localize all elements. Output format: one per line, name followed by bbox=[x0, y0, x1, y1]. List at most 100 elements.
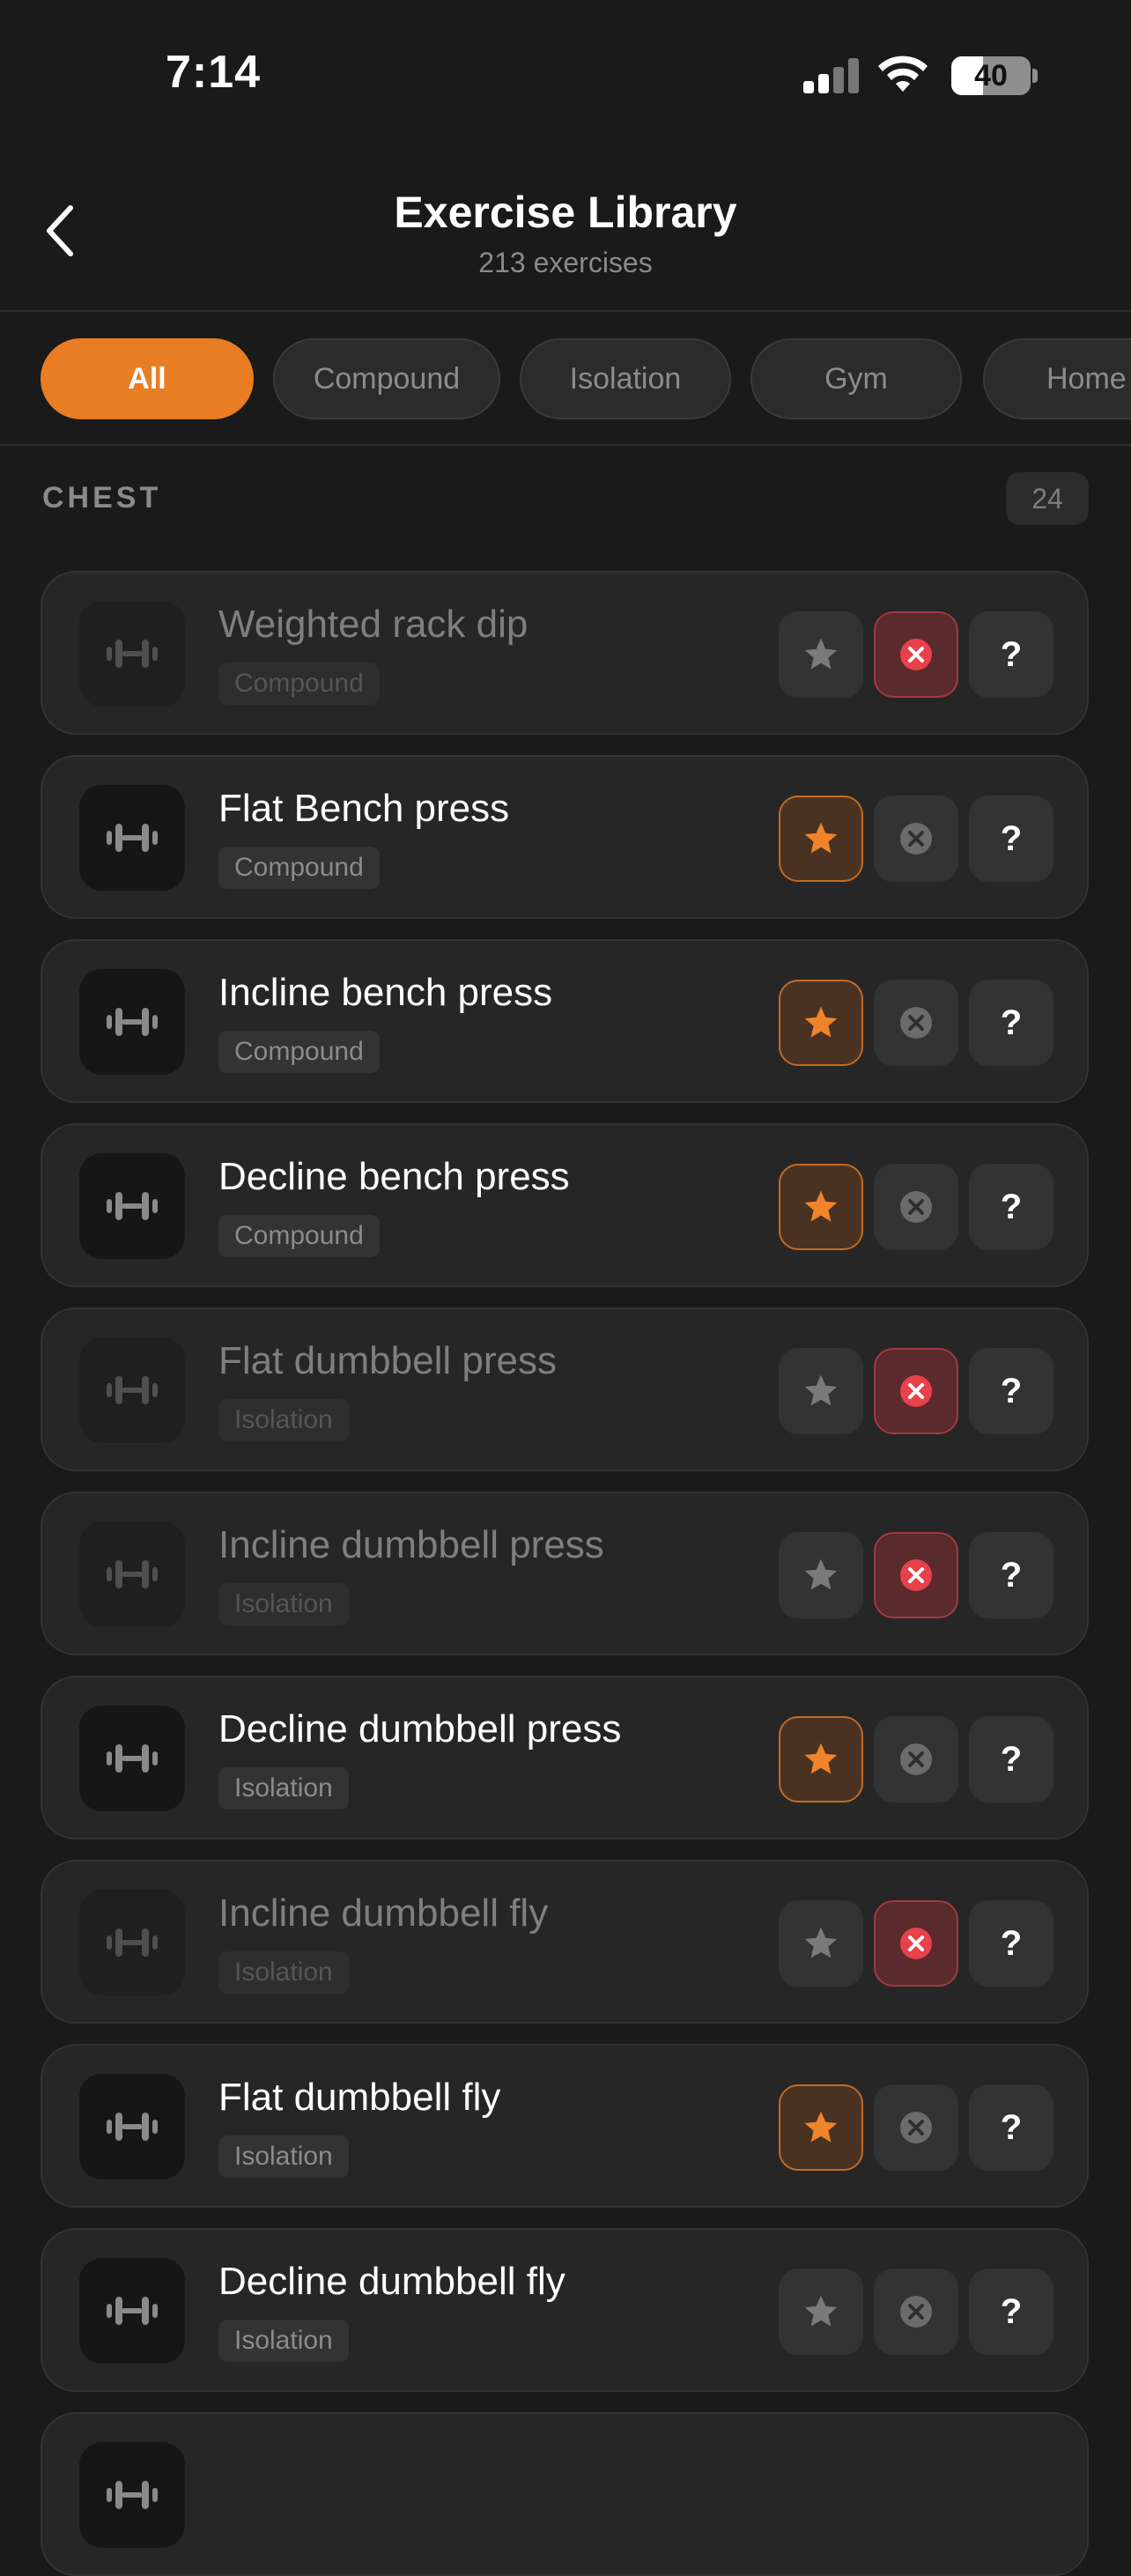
favorite-button[interactable] bbox=[779, 1716, 863, 1802]
star-icon bbox=[804, 638, 838, 670]
exercise-card[interactable]: Flat Bench press Compound ? bbox=[41, 755, 1089, 919]
exercise-name: Incline bench press bbox=[218, 971, 553, 1014]
exclude-button[interactable] bbox=[874, 1716, 958, 1802]
status-bar: 7:14 40 bbox=[0, 0, 1131, 150]
star-icon bbox=[804, 1006, 838, 1038]
close-circle-icon bbox=[900, 1375, 932, 1407]
help-button[interactable]: ? bbox=[969, 980, 1053, 1066]
star-icon bbox=[804, 1374, 838, 1406]
filter-bar: All Compound Isolation Gym Home bbox=[0, 312, 1131, 446]
help-button[interactable]: ? bbox=[969, 611, 1053, 698]
favorite-button[interactable] bbox=[779, 1900, 863, 1987]
nav-header: Exercise Library 213 exercises bbox=[0, 150, 1131, 312]
help-button[interactable]: ? bbox=[969, 1532, 1053, 1618]
section-header: CHEST 24 bbox=[42, 472, 1089, 525]
exercise-type-tag: Isolation bbox=[218, 1583, 349, 1625]
exercise-thumbnail bbox=[79, 601, 185, 707]
exclude-button[interactable] bbox=[874, 796, 958, 882]
star-icon bbox=[804, 2295, 838, 2327]
dumbbell-icon bbox=[107, 2297, 158, 2325]
exercise-type-tag: Isolation bbox=[218, 1951, 349, 1994]
exercise-thumbnail bbox=[79, 2258, 185, 2364]
help-button[interactable]: ? bbox=[969, 2269, 1053, 2355]
help-button[interactable]: ? bbox=[969, 1716, 1053, 1802]
exercise-type-tag: Isolation bbox=[218, 2136, 349, 2178]
exclude-button[interactable] bbox=[874, 1348, 958, 1434]
exercise-thumbnail bbox=[79, 1706, 185, 1811]
exclude-button[interactable] bbox=[874, 1532, 958, 1618]
close-circle-icon bbox=[900, 823, 932, 855]
star-icon bbox=[804, 1190, 838, 1222]
signal-icon bbox=[803, 58, 860, 93]
exercise-type-tag: Isolation bbox=[218, 2320, 349, 2362]
exclude-button[interactable] bbox=[874, 611, 958, 698]
exercise-card[interactable]: Decline dumbbell fly Isolation ? bbox=[41, 2228, 1089, 2392]
dumbbell-icon bbox=[107, 1008, 158, 1036]
exercise-thumbnail bbox=[79, 2442, 185, 2548]
favorite-button[interactable] bbox=[779, 1164, 863, 1250]
star-icon bbox=[804, 2111, 838, 2143]
exercise-card-partial[interactable] bbox=[41, 2412, 1089, 2576]
exercise-name: Decline dumbbell fly bbox=[218, 2260, 566, 2303]
filter-chip-gym[interactable]: Gym bbox=[750, 338, 962, 419]
help-button[interactable]: ? bbox=[969, 2084, 1053, 2171]
favorite-button[interactable] bbox=[779, 1348, 863, 1434]
help-button[interactable]: ? bbox=[969, 1164, 1053, 1250]
dumbbell-icon bbox=[107, 2481, 158, 2509]
exercise-card[interactable]: Decline bench press Compound ? bbox=[41, 1123, 1089, 1287]
exclude-button[interactable] bbox=[874, 2269, 958, 2355]
exercise-card[interactable]: Incline dumbbell press Isolation ? bbox=[41, 1492, 1089, 1655]
favorite-button[interactable] bbox=[779, 2269, 863, 2355]
star-icon bbox=[804, 1743, 838, 1774]
exercise-thumbnail bbox=[79, 1890, 185, 1995]
exercise-thumbnail bbox=[79, 969, 185, 1075]
exercise-name: Flat dumbbell press bbox=[218, 1339, 557, 1382]
filter-chip-all[interactable]: All bbox=[41, 338, 254, 419]
exclude-button[interactable] bbox=[874, 1900, 958, 1987]
battery-cap bbox=[1032, 69, 1038, 83]
exercise-type-tag: Compound bbox=[218, 663, 380, 705]
help-button[interactable]: ? bbox=[969, 1348, 1053, 1434]
close-circle-icon bbox=[900, 1928, 932, 1959]
exercise-type-tag: Compound bbox=[218, 1215, 380, 1257]
battery-icon: 40 bbox=[951, 56, 1031, 95]
exercise-card[interactable]: Flat dumbbell fly Isolation ? bbox=[41, 2044, 1089, 2208]
status-time: 7:14 bbox=[166, 47, 262, 98]
section-count-badge: 24 bbox=[1006, 472, 1089, 525]
exercise-name: Incline dumbbell fly bbox=[218, 1891, 549, 1935]
exercise-thumbnail bbox=[79, 785, 185, 891]
close-circle-icon bbox=[900, 1191, 932, 1223]
dumbbell-icon bbox=[107, 1744, 158, 1773]
favorite-button[interactable] bbox=[779, 611, 863, 698]
exercise-card[interactable]: Decline dumbbell press Isolation ? bbox=[41, 1676, 1089, 1839]
dumbbell-icon bbox=[107, 1376, 158, 1404]
star-icon bbox=[804, 1927, 838, 1958]
page-title: Exercise Library bbox=[394, 188, 737, 237]
exercise-thumbnail bbox=[79, 1337, 185, 1443]
close-circle-icon bbox=[900, 1007, 932, 1039]
section-title: CHEST bbox=[42, 481, 162, 514]
filter-chip-isolation[interactable]: Isolation bbox=[520, 338, 731, 419]
help-button[interactable]: ? bbox=[969, 796, 1053, 882]
exercise-name: Decline bench press bbox=[218, 1155, 570, 1198]
favorite-button[interactable] bbox=[779, 2084, 863, 2171]
exclude-button[interactable] bbox=[874, 980, 958, 1066]
exercise-card[interactable]: Incline dumbbell fly Isolation ? bbox=[41, 1860, 1089, 2024]
close-circle-icon bbox=[900, 1743, 932, 1775]
exclude-button[interactable] bbox=[874, 2084, 958, 2171]
exercise-type-tag: Compound bbox=[218, 1031, 380, 1073]
exercise-card[interactable]: Incline bench press Compound ? bbox=[41, 939, 1089, 1103]
favorite-button[interactable] bbox=[779, 796, 863, 882]
exercise-card[interactable]: Weighted rack dip Compound ? bbox=[41, 571, 1089, 735]
favorite-button[interactable] bbox=[779, 1532, 863, 1618]
close-circle-icon bbox=[900, 2296, 932, 2328]
exclude-button[interactable] bbox=[874, 1164, 958, 1250]
exercise-thumbnail bbox=[79, 2074, 185, 2180]
help-button[interactable]: ? bbox=[969, 1900, 1053, 1987]
filter-chip-compound[interactable]: Compound bbox=[273, 338, 500, 419]
filter-chip-home[interactable]: Home bbox=[983, 338, 1131, 419]
exercise-type-tag: Isolation bbox=[218, 1399, 349, 1441]
exercise-count: 213 exercises bbox=[478, 247, 653, 278]
favorite-button[interactable] bbox=[779, 980, 863, 1066]
exercise-card[interactable]: Flat dumbbell press Isolation ? bbox=[41, 1307, 1089, 1471]
